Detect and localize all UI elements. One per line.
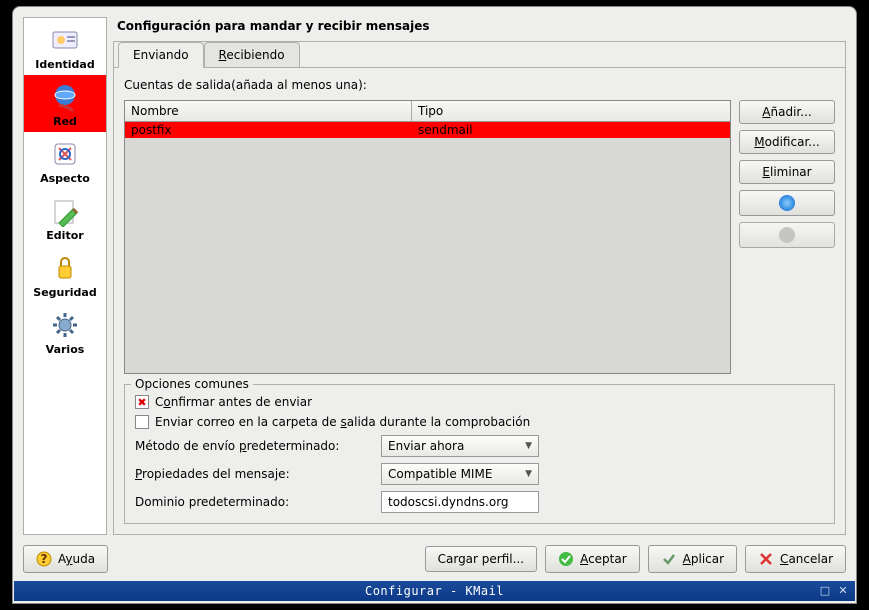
chevron-down-icon: ▼	[525, 441, 532, 451]
send-in-outbox-row: Enviar correo en la carpeta de salida du…	[135, 415, 824, 429]
page-title: Configuración para mandar y recibir mens…	[113, 17, 846, 35]
maximize-icon[interactable]: □	[819, 585, 831, 597]
fieldset-legend: Opciones comunes	[131, 377, 253, 391]
security-icon	[49, 252, 81, 284]
tab-label: Enviando	[133, 48, 189, 62]
column-header-name[interactable]: Nombre	[125, 101, 412, 121]
main-panel: Configuración para mandar y recibir mens…	[113, 17, 846, 535]
sidebar-item-seguridad[interactable]: Seguridad	[24, 246, 106, 303]
chevron-down-icon: ▼	[525, 469, 532, 479]
category-sidebar: Identidad Red Aspecto Editor	[23, 17, 107, 535]
confirm-label: Confirmar antes de enviar	[155, 395, 312, 409]
default-domain-row: Dominio predeterminado: todoscsi.dyndns.…	[135, 491, 824, 513]
button-label: Cancelar	[780, 552, 833, 566]
network-icon	[49, 81, 81, 113]
misc-icon	[49, 309, 81, 341]
sidebar-item-aspecto[interactable]: Aspecto	[24, 132, 106, 189]
info-icon	[779, 195, 795, 211]
close-icon[interactable]: ✕	[837, 585, 849, 597]
tab-container: Enviando Recibiendo Cuentas de salida(añ…	[113, 41, 846, 535]
button-label: Aceptar	[580, 552, 627, 566]
cancel-icon	[758, 551, 774, 567]
tab-body: Cuentas de salida(añada al menos una): N…	[114, 67, 845, 534]
tab-bar: Enviando Recibiendo	[114, 41, 845, 67]
table-header: Nombre Tipo	[125, 101, 730, 122]
cancel-button[interactable]: Cancelar	[745, 545, 846, 573]
help-icon: ?	[36, 551, 52, 567]
config-dialog: Identidad Red Aspecto Editor	[12, 6, 857, 604]
editor-icon	[49, 195, 81, 227]
sidebar-item-varios[interactable]: Varios	[24, 303, 106, 360]
load-profile-button[interactable]: Cargar perfil...	[425, 546, 537, 572]
combo-value: Enviar ahora	[388, 439, 464, 453]
default-method-combo[interactable]: Enviar ahora ▼	[381, 435, 539, 457]
ok-icon	[558, 551, 574, 567]
default-domain-label: Dominio predeterminado:	[135, 495, 373, 509]
button-label: Ayuda	[58, 552, 95, 566]
confirm-checkbox[interactable]: ✖	[135, 395, 149, 409]
account-buttons: Añadir... Modificar... Eliminar	[739, 100, 835, 374]
message-props-label: Propiedades del mensaje:	[135, 467, 373, 481]
button-label: Cargar perfil...	[438, 552, 524, 566]
outbox-checkbox[interactable]	[135, 415, 149, 429]
column-header-type[interactable]: Tipo	[412, 101, 730, 121]
combo-value: Compatible MIME	[388, 467, 492, 481]
dialog-content: Identidad Red Aspecto Editor	[13, 7, 856, 545]
sidebar-item-identidad[interactable]: Identidad	[24, 18, 106, 75]
ok-button[interactable]: Aceptar	[545, 545, 640, 573]
sidebar-item-label: Aspecto	[40, 172, 90, 185]
table-row[interactable]: postfix sendmail	[125, 122, 730, 138]
tab-label: Recibiendo	[219, 48, 285, 62]
accounts-table[interactable]: Nombre Tipo postfix sendmail	[124, 100, 731, 374]
sidebar-item-label: Red	[53, 115, 77, 128]
sidebar-item-red[interactable]: Red	[24, 75, 106, 132]
identity-icon	[49, 24, 81, 56]
sidebar-item-editor[interactable]: Editor	[24, 189, 106, 246]
default-method-row: Método de envío predeterminado: Enviar a…	[135, 435, 824, 457]
message-props-row: Propiedades del mensaje: Compatible MIME…	[135, 463, 824, 485]
cell-name: postfix	[125, 122, 412, 138]
info-button[interactable]	[739, 190, 835, 216]
confirm-before-send-row: ✖ Confirmar antes de enviar	[135, 395, 824, 409]
default-domain-input[interactable]: todoscsi.dyndns.org	[381, 491, 539, 513]
grey-dot-icon	[779, 227, 795, 243]
default-method-label: Método de envío predeterminado:	[135, 439, 373, 453]
outgoing-accounts-label: Cuentas de salida(añada al menos una):	[124, 78, 835, 92]
outbox-label: Enviar correo en la carpeta de salida du…	[155, 415, 530, 429]
remove-button[interactable]: Eliminar	[739, 160, 835, 184]
sidebar-item-label: Varios	[46, 343, 85, 356]
apply-button[interactable]: Aplicar	[648, 545, 737, 573]
dialog-button-bar: ? Ayuda Cargar perfil... Aceptar Aplicar…	[13, 545, 856, 581]
message-props-combo[interactable]: Compatible MIME ▼	[381, 463, 539, 485]
tab-recibiendo[interactable]: Recibiendo	[204, 42, 300, 68]
button-label: Aplicar	[683, 552, 724, 566]
window-title: Configurar - KMail	[365, 584, 504, 598]
add-button[interactable]: Añadir...	[739, 100, 835, 124]
sidebar-item-label: Editor	[46, 229, 83, 242]
apply-icon	[661, 551, 677, 567]
window-buttons: □ ✕	[819, 585, 849, 597]
input-value: todoscsi.dyndns.org	[388, 495, 509, 509]
sidebar-item-label: Seguridad	[33, 286, 96, 299]
tab-enviando[interactable]: Enviando	[118, 42, 204, 68]
svg-text:?: ?	[41, 552, 48, 566]
window-titlebar[interactable]: Configurar - KMail □ ✕	[14, 581, 855, 601]
help-button[interactable]: ? Ayuda	[23, 545, 108, 573]
outgoing-accounts-area: Nombre Tipo postfix sendmail Añadir... M…	[124, 100, 835, 374]
common-options-fieldset: Opciones comunes ✖ Confirmar antes de en…	[124, 384, 835, 524]
modify-button[interactable]: Modificar...	[739, 130, 835, 154]
appearance-icon	[49, 138, 81, 170]
sidebar-item-label: Identidad	[35, 58, 94, 71]
cell-type: sendmail	[412, 122, 730, 138]
disabled-button	[739, 222, 835, 248]
